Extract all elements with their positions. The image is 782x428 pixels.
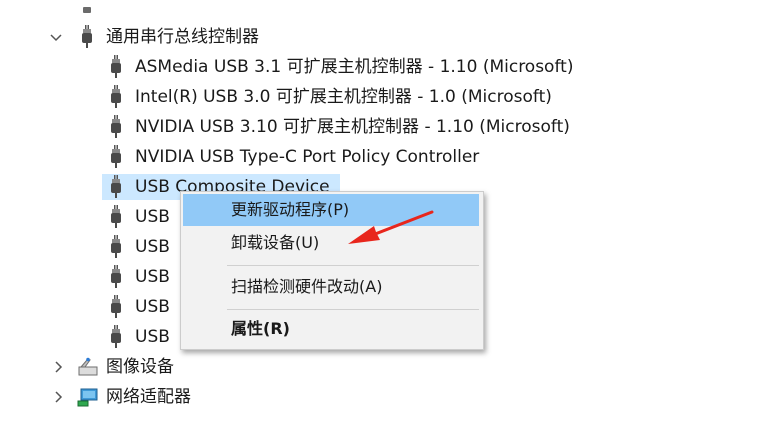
menu-separator [227,265,479,266]
usb-plug-icon [106,235,126,259]
tree-item-label: ASMedia USB 3.1 可扩展主机控制器 - 1.10 (Microso… [135,57,574,77]
tree-category-label: 图像设备 [106,357,174,377]
network-adapter-icon [76,385,100,409]
tree-item-label: USB [135,207,170,227]
tree-item-device[interactable]: Intel(R) USB 3.0 可扩展主机控制器 - 1.0 (Microso… [0,84,782,110]
tree-item-label: USB [135,267,170,287]
tree-item-device[interactable]: NVIDIA USB 3.10 可扩展主机控制器 - 1.10 (Microso… [0,114,782,140]
usb-plug-icon [106,85,126,109]
tree-item-label: USB [135,327,170,347]
camera-scanner-icon [76,355,100,379]
usb-plug-icon [106,175,126,199]
annotation-arrow [348,210,434,244]
usb-plug-icon [106,115,126,139]
usb-plug-icon [106,205,126,229]
tree-item-label: Intel(R) USB 3.0 可扩展主机控制器 - 1.0 (Microso… [135,87,552,107]
menu-item-scan-hardware-changes[interactable]: 扫描检测硬件改动(A) [183,271,479,303]
usb-plug-icon [106,55,126,79]
chevron-right-icon[interactable] [51,390,65,404]
usb-plug-icon [106,295,126,319]
tree-item-label: USB [135,237,170,257]
tree-item-device[interactable]: NVIDIA USB Type-C Port Policy Controller [0,144,782,170]
usb-plug-icon [106,145,126,169]
tree-category-network-adapters[interactable]: 网络适配器 [0,384,782,410]
menu-item-properties[interactable]: 属性(R) [183,313,479,345]
tree-category-label: 网络适配器 [106,387,191,407]
tree-item-label: NVIDIA USB Type-C Port Policy Controller [135,147,480,167]
usb-plug-icon [77,25,97,49]
device-manager-tree: 通用串行总线控制器 ASMedia USB 3.1 可扩展主机控制器 - 1.1… [0,0,782,428]
tree-item-label: NVIDIA USB 3.10 可扩展主机控制器 - 1.10 (Microso… [135,117,570,137]
usb-plug-icon [106,265,126,289]
menu-separator [227,309,479,310]
tree-item-label: USB [135,297,170,317]
tree-category-imaging-devices[interactable]: 图像设备 [0,354,782,380]
tree-category-usb-controllers[interactable]: 通用串行总线控制器 [0,24,782,50]
usb-plug-icon [106,325,126,349]
chevron-down-icon[interactable] [49,30,63,44]
partial-device-icon [80,0,94,13]
tree-item-device[interactable]: ASMedia USB 3.1 可扩展主机控制器 - 1.10 (Microso… [0,54,782,80]
tree-category-label: 通用串行总线控制器 [106,27,259,47]
chevron-right-icon[interactable] [51,360,65,374]
